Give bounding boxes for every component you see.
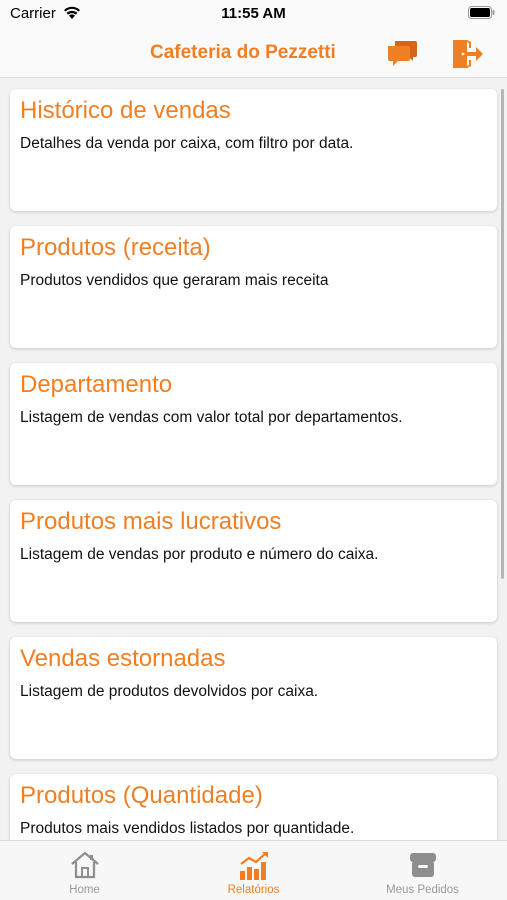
report-title: Produtos mais lucrativos [20,508,282,535]
tab-bar: Home Relatórios Meus Pedidos [0,840,507,900]
report-description: Listagem de vendas com valor total por d… [20,409,403,426]
tab-label: Home [69,884,100,896]
report-card-vendas-estornadas[interactable]: Vendas estornadas Listagem de produtos d… [10,637,497,759]
status-bar: Carrier 11:55 AM [0,0,507,30]
tab-meus-pedidos[interactable]: Meus Pedidos [338,841,507,900]
report-description: Listagem de produtos devolvidos por caix… [20,683,319,700]
report-description: Produtos mais vendidos listados por quan… [20,820,355,837]
report-title: Vendas estornadas [20,645,226,672]
reports-list[interactable]: Histórico de vendas Detalhes da venda po… [0,79,507,840]
battery-icon [468,6,495,19]
report-card-produtos-lucrativos[interactable]: Produtos mais lucrativos Listagem de ven… [10,500,497,622]
report-title: Produtos (receita) [20,234,211,261]
navigation-bar: Cafeteria do Pezzetti [0,30,507,78]
report-card-historico-vendas[interactable]: Histórico de vendas Detalhes da venda po… [10,89,497,211]
logout-button[interactable] [450,37,484,71]
chat-bubbles-icon [388,41,417,66]
tab-label: Meus Pedidos [386,884,459,896]
report-card-produtos-receita[interactable]: Produtos (receita) Produtos vendidos que… [10,226,497,348]
report-card-departamento[interactable]: Departamento Listagem de vendas com valo… [10,363,497,485]
report-title: Departamento [20,371,173,398]
report-title: Histórico de vendas [20,97,231,124]
logout-icon [453,40,483,68]
report-card-produtos-quantidade[interactable]: Produtos (Quantidade) Produtos mais vend… [10,774,497,840]
scroll-indicator[interactable] [501,89,504,579]
report-description: Produtos vendidos que geraram mais recei… [20,272,329,289]
report-description: Detalhes da venda por caixa, com filtro … [20,135,354,152]
nav-title: Cafeteria do Pezzetti [150,42,336,63]
chat-button[interactable] [386,38,418,70]
bar-chart-icon [240,852,268,880]
status-time: 11:55 AM [221,5,286,22]
tab-relatorios[interactable]: Relatórios [169,841,338,900]
report-title: Produtos (Quantidade) [20,782,263,809]
report-description: Listagem de vendas por produto e número … [20,546,379,563]
orders-box-icon [410,853,436,877]
home-icon [71,851,99,879]
tab-label: Relatórios [227,884,280,896]
tab-home[interactable]: Home [0,841,169,900]
